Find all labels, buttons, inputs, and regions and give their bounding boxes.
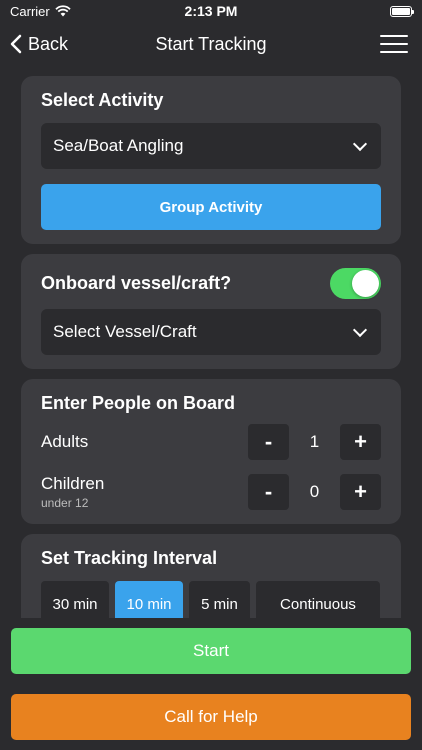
adults-row: Adults - 1 + [41,424,381,460]
navigation-bar: Back Start Tracking [0,22,422,66]
group-activity-button[interactable]: Group Activity [41,184,381,230]
activity-select[interactable]: Sea/Boat Angling [41,123,381,169]
vessel-card: Onboard vessel/craft? Select Vessel/Craf… [21,254,401,369]
children-sublabel: under 12 [41,496,89,510]
children-plus-button[interactable]: + [340,474,381,510]
chevron-down-icon [352,136,368,151]
carrier-label: Carrier [10,3,50,19]
back-button[interactable]: Back [10,22,68,66]
vessel-select-label: Select Vessel/Craft [53,322,197,341]
start-button[interactable]: Start [11,628,411,674]
vessel-select[interactable]: Select Vessel/Craft [41,309,381,355]
back-label: Back [28,33,69,54]
children-stepper: - 0 + [248,474,381,510]
adults-plus-button[interactable]: + [340,424,381,460]
interval-10-min[interactable]: 10 min [115,581,183,618]
interval-heading: Set Tracking Interval [41,548,218,568]
toggle-knob [352,270,379,297]
vessel-toggle[interactable] [330,268,381,299]
interval-continuous[interactable]: Continuous [256,581,380,618]
children-label: Children [41,474,105,493]
activity-selected-value: Sea/Boat Angling [53,136,184,155]
children-minus-button[interactable]: - [248,474,289,510]
people-card: Enter People on Board Adults - 1 + Child… [21,379,401,524]
hamburger-menu-icon[interactable] [380,32,408,56]
children-value: 0 [309,482,320,501]
activity-heading: Select Activity [41,90,164,110]
call-for-help-button[interactable]: Call for Help [11,694,411,740]
chevron-left-icon [10,34,22,54]
interval-card: Set Tracking Interval 30 min 10 min 5 mi… [21,534,401,618]
people-heading: Enter People on Board [41,393,236,413]
activity-card: Select Activity Sea/Boat Angling Group A… [21,76,401,244]
adults-value: 1 [309,432,320,451]
wifi-icon [55,5,71,17]
interval-options: 30 min 10 min 5 min Continuous [41,581,381,618]
battery-icon [390,5,414,17]
vessel-heading: Onboard vessel/craft? [41,273,232,293]
adults-minus-button[interactable]: - [248,424,289,460]
status-bar: Carrier 2:13 PM [0,0,422,22]
adults-stepper: - 1 + [248,424,381,460]
page-title: Start Tracking [155,33,267,54]
interval-30-min[interactable]: 30 min [41,581,109,618]
interval-5-min[interactable]: 5 min [189,581,250,618]
scroll-content[interactable]: Select Activity Sea/Boat Angling Group A… [21,66,401,618]
adults-label: Adults [41,432,89,451]
chevron-down-icon [352,322,368,337]
children-row: Children under 12 - 0 + [41,474,381,510]
